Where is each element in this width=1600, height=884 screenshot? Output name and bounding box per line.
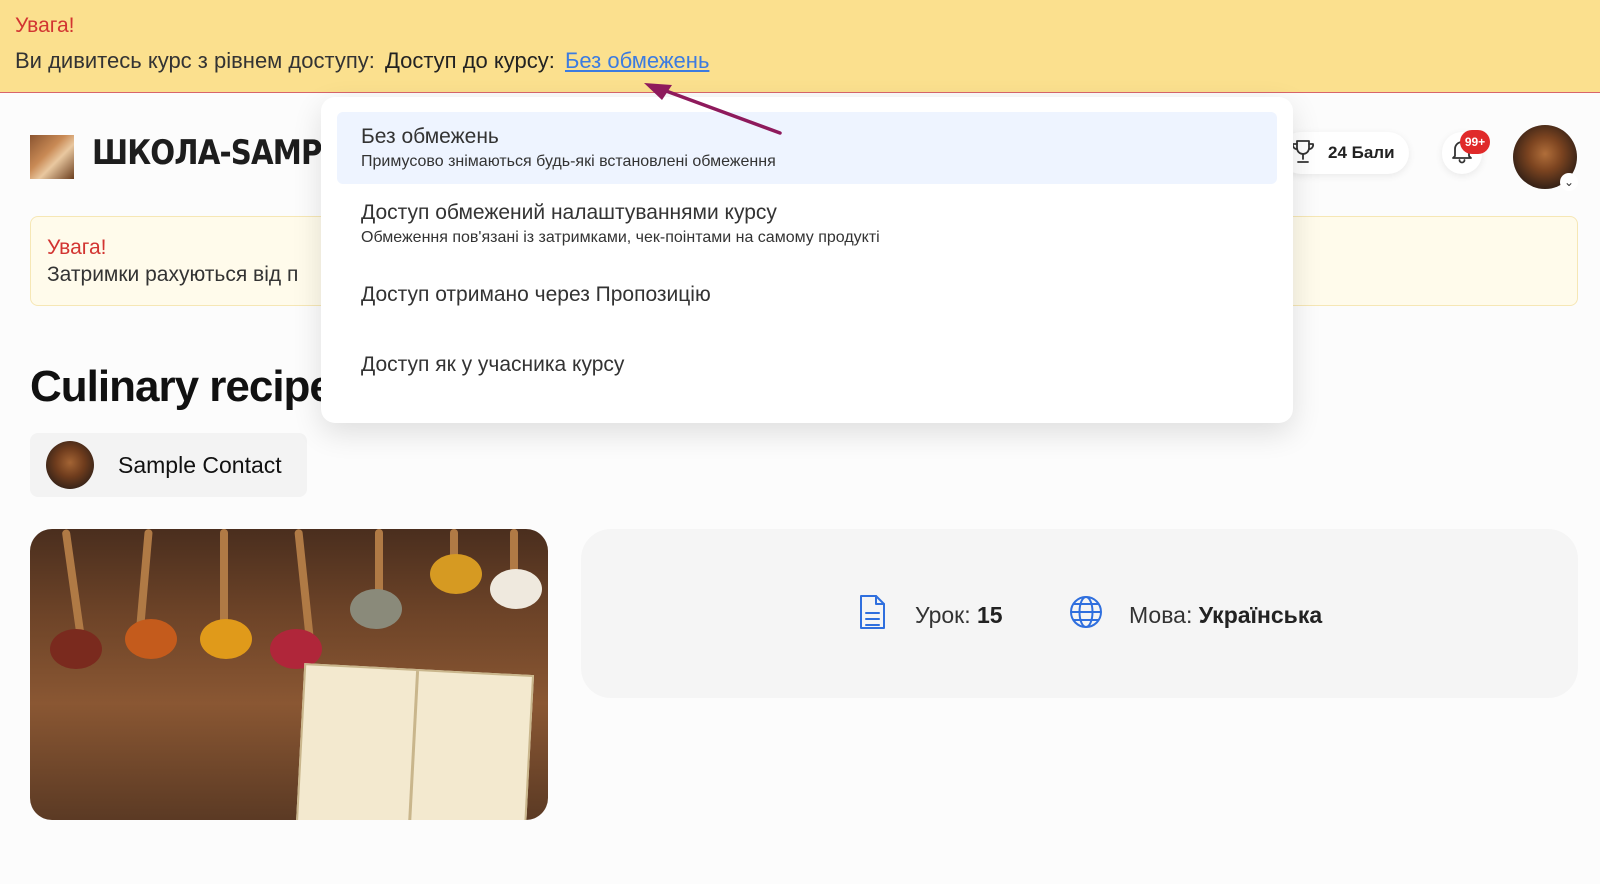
- cover-spoon: [125, 619, 177, 659]
- logo-text[interactable]: ШКОЛА-SAMPLE: [92, 133, 359, 173]
- cover-spoon: [350, 589, 402, 629]
- language-info: Мова: Українська: [1069, 593, 1322, 637]
- access-option-no-restrictions[interactable]: Без обмежень Примусово знімаються будь-я…: [337, 112, 1277, 184]
- cover-spoon: [50, 629, 102, 669]
- access-option-subtitle: Примусово знімаються будь-які встановлен…: [361, 153, 776, 170]
- access-option-title: Без обмежень: [361, 125, 499, 148]
- access-option-course-settings[interactable]: Доступ обмежений налаштуваннями курсу Об…: [337, 188, 1277, 260]
- cover-spoon: [490, 569, 542, 609]
- globe-icon: [1069, 593, 1103, 637]
- author-avatar: [46, 441, 94, 489]
- lessons-text: Урок: 15: [915, 602, 1003, 629]
- access-option-subtitle: Обмеження пов'язані із затримками, чек-п…: [361, 229, 880, 246]
- cover-spoon: [200, 619, 252, 659]
- language-text: Мова: Українська: [1129, 602, 1322, 629]
- banner-access-line: Ви дивитесь курс з рівнем доступу: Досту…: [15, 47, 1585, 75]
- lessons-info: Урок: 15: [855, 593, 1003, 637]
- notification-count-badge: 99+: [1460, 130, 1490, 154]
- cover-spoon-handle: [294, 529, 314, 640]
- lessons-value: 15: [977, 601, 1003, 628]
- cover-open-book: [295, 663, 535, 820]
- document-icon: [855, 593, 889, 637]
- cover-spoon-handle: [220, 529, 228, 629]
- banner-warning-title: Увага!: [15, 14, 75, 37]
- access-level-link[interactable]: Без обмежень: [565, 48, 709, 73]
- lessons-label: Урок:: [915, 601, 971, 628]
- author-chip[interactable]: Sample Contact: [30, 433, 307, 497]
- points-label: 24 Бали: [1328, 143, 1395, 162]
- access-option-title: Доступ як у учасника курсу: [361, 353, 625, 376]
- access-level-banner: Увага! Ви дивитесь курс з рівнем доступу…: [0, 0, 1600, 93]
- access-option-participant[interactable]: Доступ як у учасника курсу: [337, 334, 1277, 396]
- cover-spoon: [430, 554, 482, 594]
- points-button[interactable]: 24 Бали: [1280, 132, 1409, 174]
- access-level-dropdown: Без обмежень Примусово знімаються будь-я…: [321, 97, 1293, 423]
- language-label: Мова:: [1129, 601, 1193, 628]
- course-cover-image: [30, 529, 548, 820]
- logo-image[interactable]: [30, 135, 74, 179]
- access-option-offer[interactable]: Доступ отримано через Пропозицію: [337, 264, 1277, 326]
- banner-level-label: Доступ до курсу:: [384, 48, 555, 73]
- chevron-down-icon[interactable]: ⌄: [1560, 173, 1578, 191]
- access-option-title: Доступ обмежений налаштуваннями курсу: [361, 201, 777, 224]
- author-name: Sample Contact: [118, 451, 282, 478]
- language-value: Українська: [1198, 601, 1323, 628]
- access-option-title: Доступ отримано через Пропозицію: [361, 283, 711, 306]
- banner-viewing-text: Ви дивитесь курс з рівнем доступу:: [15, 48, 375, 73]
- course-title: Culinary recipes: [30, 362, 357, 411]
- course-info-card: Урок: 15 Мова: Українська: [581, 529, 1578, 698]
